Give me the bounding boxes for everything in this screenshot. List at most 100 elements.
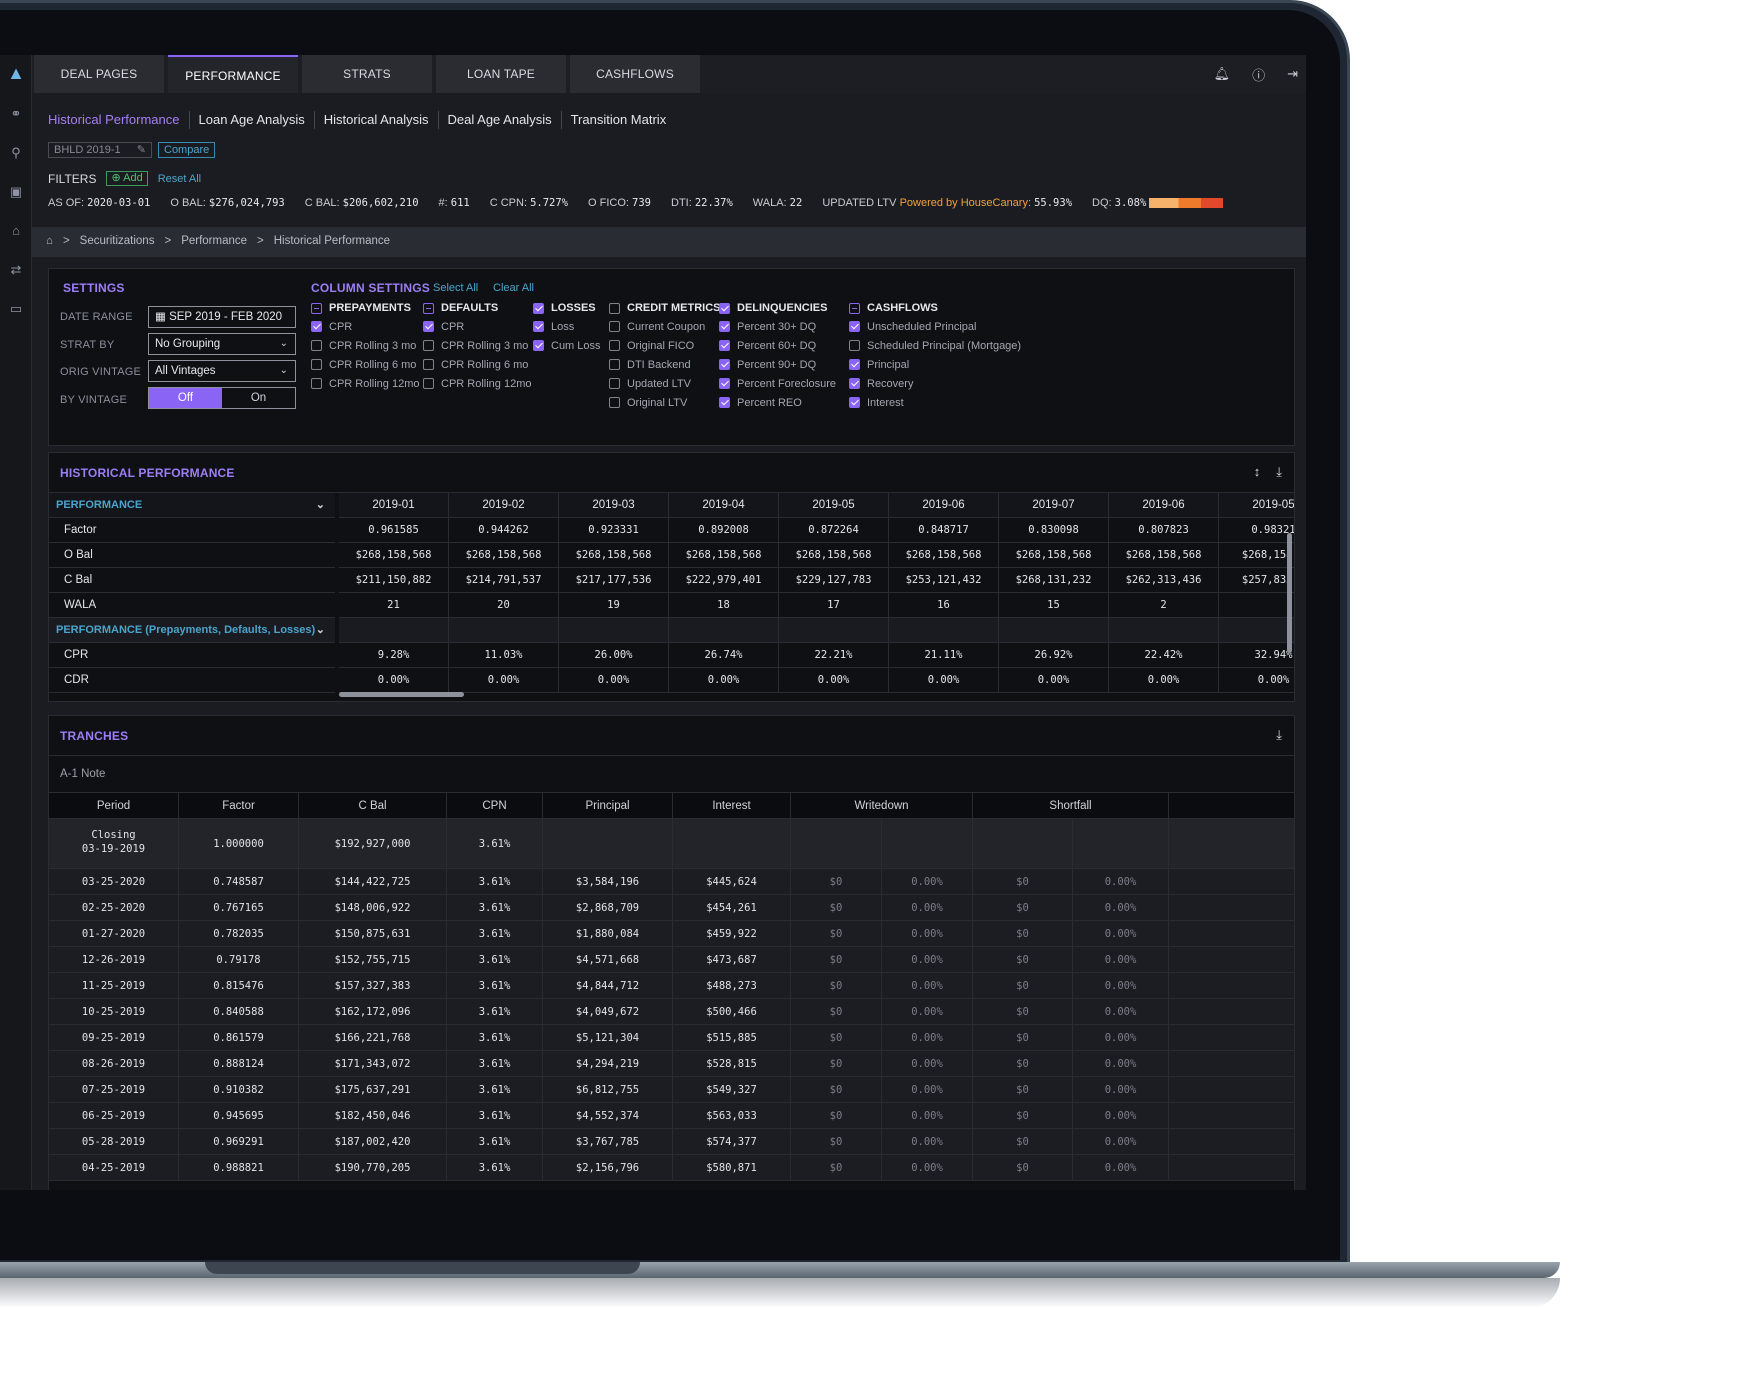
checkbox[interactable] xyxy=(609,340,620,351)
clear-all-link[interactable]: Clear All xyxy=(493,282,534,294)
column-header[interactable]: Shortfall xyxy=(973,793,1169,818)
checkbox[interactable] xyxy=(423,378,434,389)
checkbox[interactable] xyxy=(719,302,730,314)
tab-performance[interactable]: PERFORMANCE xyxy=(168,55,298,93)
subnav-deal-age-analysis[interactable]: Deal Age Analysis xyxy=(439,111,562,129)
help-icon[interactable]: ⓘ xyxy=(1252,65,1265,84)
horizontal-scrollbar[interactable] xyxy=(339,692,464,697)
checkbox[interactable] xyxy=(533,302,544,314)
checkbox[interactable] xyxy=(533,321,544,332)
checkbox[interactable] xyxy=(311,302,322,314)
checkbox[interactable] xyxy=(849,397,860,408)
table-cell: $150,875,631 xyxy=(299,921,447,946)
chevron-down-icon[interactable]: ⌄ xyxy=(316,618,325,643)
toggle-off[interactable]: Off xyxy=(149,388,222,408)
column-header[interactable]: C Bal xyxy=(299,793,447,818)
select-all-link[interactable]: Select All xyxy=(433,282,478,294)
grid-cell: 0.00% xyxy=(669,668,779,692)
section-performance[interactable]: PERFORMANCE ⌄ xyxy=(49,493,335,518)
deal-selector[interactable]: BHLD 2019-1 ✎ xyxy=(48,142,152,158)
checkbox[interactable] xyxy=(311,321,322,332)
section-performance-pdl[interactable]: PERFORMANCE (Prepayments, Defaults, Loss… xyxy=(49,618,335,643)
add-filter-button[interactable]: ⊕ Add xyxy=(106,171,148,186)
table-cell: $166,221,768 xyxy=(299,1025,447,1050)
table-row: 06-25-2019 0.945695 $182,450,046 3.61% $4,55… xyxy=(49,1103,1294,1129)
table-cell: 0.888124 xyxy=(179,1051,299,1076)
column-header[interactable]: Principal xyxy=(543,793,673,818)
checkbox[interactable] xyxy=(719,397,730,408)
logout-icon[interactable]: ⇥ xyxy=(1287,66,1298,82)
toggle-on[interactable]: On xyxy=(222,388,295,408)
column-header[interactable]: Period xyxy=(49,793,179,818)
checkbox[interactable] xyxy=(849,378,860,389)
network-icon[interactable]: ⚭ xyxy=(0,94,32,133)
table-cell: $0 xyxy=(791,869,882,894)
edit-icon[interactable]: ✎ xyxy=(137,144,146,157)
transfer-icon[interactable]: ⇄ xyxy=(0,250,32,289)
group-prepayments: PREPAYMENTS CPR CPR Rolling 3 mo CPR Rol… xyxy=(311,299,419,393)
orig-vintage-select[interactable]: All Vintages ⌄ xyxy=(148,360,296,382)
subnav-transition-matrix[interactable]: Transition Matrix xyxy=(562,111,676,129)
download-icon[interactable]: ⤓ xyxy=(1276,464,1282,480)
vertical-scrollbar[interactable] xyxy=(1287,533,1292,653)
checkbox[interactable] xyxy=(311,378,322,389)
grid-cell: 17 xyxy=(779,593,889,617)
checkbox[interactable] xyxy=(423,359,434,370)
grid-header-row: 2019-01 2019-02 2019-03 2019-04 2019-05 2019-… xyxy=(339,493,1294,518)
download-icon[interactable]: ⤓ xyxy=(1276,727,1282,743)
checkbox[interactable] xyxy=(311,359,322,370)
crumb-securitizations[interactable]: Securitizations xyxy=(80,235,155,247)
checkbox[interactable] xyxy=(609,397,620,408)
checkbox[interactable] xyxy=(609,378,620,389)
column-header[interactable]: Factor xyxy=(179,793,299,818)
tab-deal-pages[interactable]: DEAL PAGES xyxy=(34,55,164,93)
sort-icon[interactable]: ↕ xyxy=(1254,464,1261,480)
search-icon[interactable]: ⚲ xyxy=(0,133,32,172)
checkbox[interactable] xyxy=(849,302,860,314)
subnav-historical-performance[interactable]: Historical Performance xyxy=(48,111,190,129)
grid-cell: 2 xyxy=(1109,593,1219,617)
calendar-icon: ▦ xyxy=(155,311,166,323)
briefcase-icon[interactable]: ▣ xyxy=(0,172,32,211)
checkbox[interactable] xyxy=(609,321,620,332)
by-vintage-toggle[interactable]: Off On xyxy=(148,387,296,409)
chevron-down-icon[interactable]: ⌄ xyxy=(316,493,325,518)
date-range-picker[interactable]: ▦ SEP 2019 - FEB 2020 xyxy=(148,306,296,328)
logo-icon[interactable]: ▲ xyxy=(0,55,32,94)
table-cell: 0.00% xyxy=(882,869,973,894)
table-cell: 09-25-2019 xyxy=(49,1025,179,1050)
checkbox[interactable] xyxy=(719,378,730,389)
checkbox[interactable] xyxy=(849,321,860,332)
tab-cashflows[interactable]: CASHFLOWS xyxy=(570,55,700,93)
strat-by-select[interactable]: No Grouping ⌄ xyxy=(148,333,296,355)
column-header[interactable]: Interest xyxy=(673,793,791,818)
checkbox[interactable] xyxy=(719,340,730,351)
compare-button[interactable]: Compare xyxy=(158,142,216,158)
checkbox[interactable] xyxy=(849,340,860,351)
checkbox[interactable] xyxy=(609,359,620,370)
card-icon[interactable]: ▭ xyxy=(0,289,32,328)
checkbox[interactable] xyxy=(423,302,434,314)
table-cell: 0.00% xyxy=(1073,1025,1169,1050)
tab-strats[interactable]: STRATS xyxy=(302,55,432,93)
bell-icon[interactable]: 🔔︎ xyxy=(1214,66,1231,82)
checkbox[interactable] xyxy=(533,340,544,351)
bank-icon[interactable]: ⌂ xyxy=(0,211,32,250)
checkbox[interactable] xyxy=(719,321,730,332)
checkbox[interactable] xyxy=(719,359,730,370)
home-icon[interactable]: ⌂ xyxy=(46,235,53,247)
crumb-performance[interactable]: Performance xyxy=(181,235,247,247)
checkbox[interactable] xyxy=(423,321,434,332)
subnav-loan-age-analysis[interactable]: Loan Age Analysis xyxy=(190,111,315,129)
subnav-historical-analysis[interactable]: Historical Analysis xyxy=(315,111,439,129)
reset-all-link[interactable]: Reset All xyxy=(158,173,201,185)
breadcrumb: ⌂ > Securitizations > Performance > Histori… xyxy=(46,235,391,247)
stat-ofico: O FICO: 739 xyxy=(588,197,651,209)
checkbox[interactable] xyxy=(311,340,322,351)
column-header[interactable]: CPN xyxy=(447,793,543,818)
tab-loan-tape[interactable]: LOAN TAPE xyxy=(436,55,566,93)
column-header[interactable]: Writedown xyxy=(791,793,973,818)
checkbox[interactable] xyxy=(423,340,434,351)
checkbox[interactable] xyxy=(609,302,620,314)
checkbox[interactable] xyxy=(849,359,860,370)
